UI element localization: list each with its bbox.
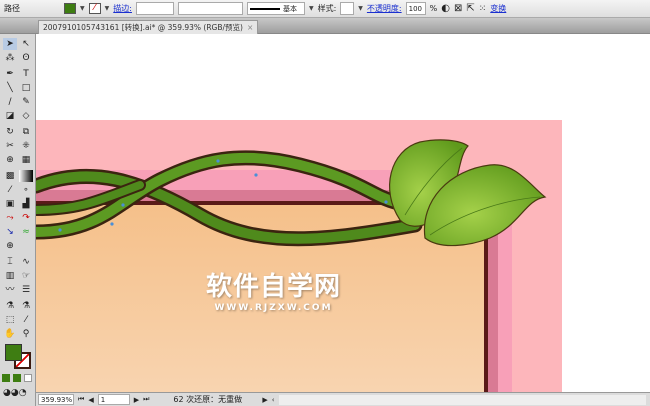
pen-tool-icon[interactable]: ✒: [3, 68, 17, 80]
artboard-tool-icon[interactable]: ⬚: [3, 314, 17, 326]
graph-tool-icon[interactable]: ▟: [19, 198, 33, 210]
stroke-weight-input[interactable]: [135, 2, 174, 15]
brush-tool-icon[interactable]: ∕: [3, 96, 17, 108]
isolate-icon[interactable]: ⁙: [479, 4, 487, 14]
column-graph-icon[interactable]: ▥: [3, 270, 17, 282]
shape-builder-icon[interactable]: ⊕: [3, 154, 17, 166]
stroke-link[interactable]: 描边:: [113, 3, 132, 14]
next-page-icon[interactable]: ▶: [134, 396, 139, 404]
fill-color-swatch[interactable]: [5, 344, 22, 361]
chevron-down-icon[interactable]: ▼: [358, 5, 363, 12]
line-tool-icon[interactable]: ╲: [3, 82, 17, 94]
status-bar: 359.93% ⏮ ◀ 1 ▶ ⏭ 62 次还原：无重做 ▶ ‹: [36, 392, 650, 406]
brush-select[interactable]: [177, 2, 243, 15]
opacity-input[interactable]: 100: [405, 2, 426, 15]
tab-bar: 2007910105743161 [转换].ai* @ 359.93% (RGB…: [0, 18, 650, 34]
direct-selection-tool-icon[interactable]: ↖: [19, 38, 33, 50]
zoom-select[interactable]: 359.93%: [38, 394, 74, 405]
blend-tool-icon[interactable]: ∘: [19, 184, 33, 196]
scale-tool-icon[interactable]: ⧉: [19, 126, 33, 138]
slice-tool-icon[interactable]: ⁄: [19, 314, 33, 326]
artwork: [36, 120, 562, 392]
width-tool-icon[interactable]: ⤳: [3, 212, 17, 224]
mesh-tool-icon[interactable]: ▩: [3, 170, 17, 182]
page-select[interactable]: 1: [97, 394, 130, 405]
none-mode-icon[interactable]: [24, 374, 32, 382]
recolor-icon[interactable]: ◐: [441, 3, 450, 14]
select-similar-icon[interactable]: ⇱: [466, 3, 474, 14]
rectangle-tool-icon[interactable]: □: [19, 82, 33, 94]
live-paint-icon[interactable]: ⚗: [3, 300, 17, 312]
type-tool-icon[interactable]: T: [19, 68, 33, 80]
rotate-tool-icon[interactable]: ↻: [3, 126, 17, 138]
stroke-swatch[interactable]: ⁄: [88, 3, 101, 14]
wave-icon[interactable]: ∿: [19, 256, 33, 268]
warp-tool-icon[interactable]: ✂: [3, 140, 17, 152]
selection-tool-icon[interactable]: ➤: [3, 38, 17, 50]
wrinkle-tool-icon[interactable]: ≈: [19, 226, 33, 238]
control-bar: 路径 ▼ ⁄ ▼ 描边: 基本 ▼ 样式: ▼ 不透明度: 100 % ◐ ⊠ ⇱…: [0, 0, 650, 18]
artboard-canvas[interactable]: 软件自学网 WWW.RJZXW.COM: [36, 34, 650, 392]
reshape-tool-icon[interactable]: ↷: [19, 212, 33, 224]
style-select[interactable]: [340, 2, 355, 15]
eyedropper-icon[interactable]: ⁄: [3, 184, 17, 196]
live-paint-select-icon[interactable]: ⚗: [19, 300, 33, 312]
last-page-icon[interactable]: ⏭: [143, 395, 149, 404]
chevron-down-icon[interactable]: ▼: [309, 5, 314, 12]
document-title: 2007910105743161 [转换].ai* @ 359.93% (RGB…: [43, 23, 243, 32]
close-icon[interactable]: ×: [247, 23, 253, 32]
perspective-icon[interactable]: ▦: [19, 154, 33, 166]
watermark-url: WWW.RJZXW.COM: [214, 303, 333, 313]
watermark: 软件自学网 WWW.RJZXW.COM: [206, 266, 341, 313]
lasso-icon[interactable]: ʘ: [19, 52, 33, 64]
style-label: 样式:: [317, 4, 337, 13]
status-text: 62 次还原：无重做: [173, 395, 243, 404]
pencil-tool-icon[interactable]: ✎: [19, 96, 33, 108]
crystallize-tool-icon[interactable]: ⊕: [3, 240, 17, 252]
opacity-link[interactable]: 不透明度:: [367, 3, 402, 14]
chevron-down-icon[interactable]: ▼: [80, 5, 85, 12]
free-transform-icon[interactable]: ⁜: [19, 140, 33, 152]
fill-swatch[interactable]: [64, 3, 76, 14]
opacity-unit: %: [429, 4, 438, 13]
symbol-sprayer-icon[interactable]: ▣: [3, 198, 17, 210]
align-icon[interactable]: ⊠: [454, 3, 462, 14]
toolbox: ➤ ↖ ⁂ ʘ ✒ T ╲ □ ∕ ✎ ◪ ◇ ↻ ⧉ ✂ ⁜ ⊕ ▦ ▩ ⁄ …: [0, 34, 36, 406]
scribble-icon[interactable]: 〰: [3, 284, 17, 296]
color-mode-icon[interactable]: [2, 374, 10, 382]
document-tab[interactable]: 2007910105743161 [转换].ai* @ 359.93% (RGB…: [38, 20, 259, 34]
watermark-title: 软件自学网: [206, 272, 342, 302]
stroke-line-icon: [249, 7, 280, 10]
horizontal-scrollbar[interactable]: [278, 394, 646, 405]
zoom-tool-icon[interactable]: ⚲: [19, 328, 33, 340]
transform-link[interactable]: 变换: [490, 3, 506, 14]
gradient-mode-icon[interactable]: [13, 374, 21, 382]
screen-mode-icon[interactable]: ◕◕◔: [3, 387, 27, 399]
hand-drag-icon[interactable]: ☞: [19, 270, 33, 282]
prev-page-icon[interactable]: ◀: [88, 396, 93, 404]
profile-label: 基本: [282, 4, 297, 13]
list-icon[interactable]: ☰: [19, 284, 33, 296]
hand-tool-icon[interactable]: ✋: [3, 328, 17, 340]
chevron-down-icon[interactable]: ▼: [105, 5, 110, 12]
pucker-tool-icon[interactable]: ↘: [3, 226, 17, 238]
gradient-tool-icon[interactable]: [19, 170, 33, 182]
scroll-left-icon[interactable]: ‹: [272, 396, 275, 404]
profile-select[interactable]: 基本: [246, 2, 305, 15]
path-label: 路径: [4, 4, 20, 13]
magic-wand-icon[interactable]: ⁂: [3, 52, 17, 64]
envelope-icon[interactable]: ⌶: [3, 256, 17, 268]
blob-brush-icon[interactable]: ◪: [3, 110, 17, 122]
first-page-icon[interactable]: ⏮: [78, 395, 84, 404]
status-menu-icon[interactable]: ▶: [262, 396, 267, 404]
eraser-icon[interactable]: ◇: [19, 110, 33, 122]
